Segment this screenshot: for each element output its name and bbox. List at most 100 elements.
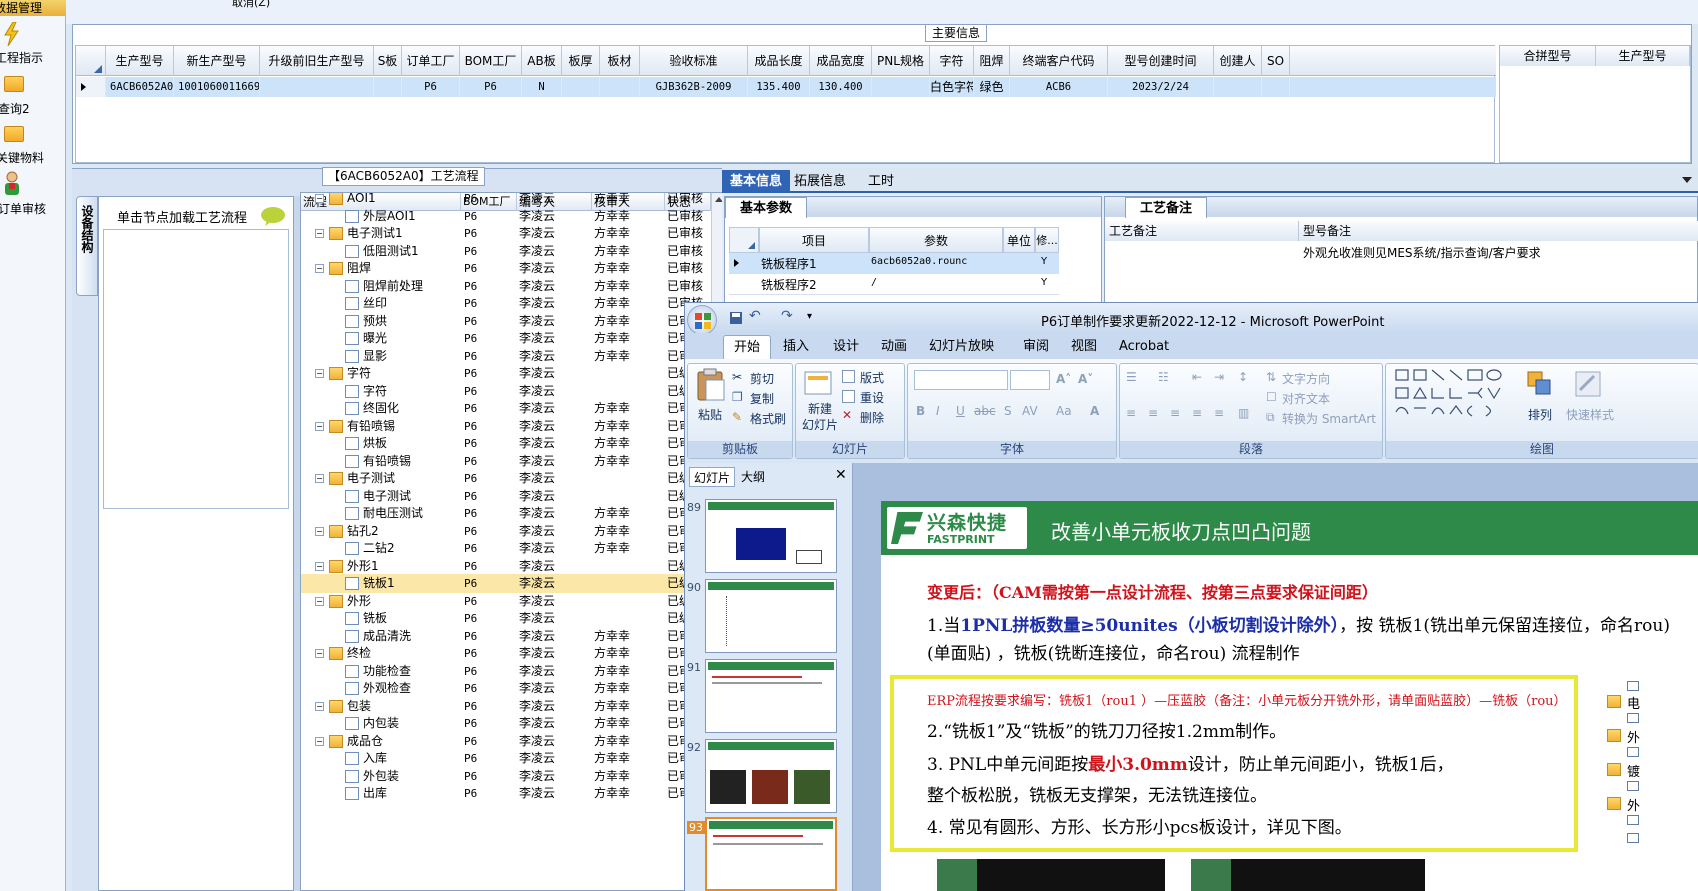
collapse-icon[interactable]: −: [315, 369, 324, 378]
paste-button[interactable]: 粘贴: [698, 406, 722, 423]
col-header[interactable]: 成品宽度: [810, 46, 872, 76]
cell[interactable]: 铣板程序2: [761, 276, 817, 293]
nav-item-query2[interactable]: 查询2: [0, 76, 66, 122]
tab-extended-info[interactable]: 拓展信息: [786, 170, 854, 193]
tab-equipment-structure[interactable]: 设备结构: [76, 196, 98, 296]
tree-node-folder[interactable]: −包装P6李凌云方幸幸已审核: [301, 697, 722, 716]
cell[interactable]: N: [522, 77, 562, 97]
cancel-label[interactable]: 取消(Z): [232, 0, 270, 10]
tree-node-step[interactable]: 二钻2P6李凌云方幸幸已审核: [301, 539, 722, 558]
tree-node-step[interactable]: 外包装P6李凌云方幸幸已审核: [301, 767, 722, 786]
col-header[interactable]: 型号创建时间: [1108, 46, 1214, 76]
text-direction-button[interactable]: 文字方向: [1282, 370, 1330, 387]
cut-icon[interactable]: ✂: [732, 370, 742, 384]
tab-animation[interactable]: 动画: [871, 335, 917, 359]
quick-styles-icon[interactable]: [1574, 370, 1604, 400]
arrange-icon[interactable]: [1526, 370, 1556, 400]
tab-view[interactable]: 视图: [1061, 335, 1107, 359]
cell[interactable]: 135.400: [748, 77, 810, 97]
tree-node-folder[interactable]: −终检P6李凌云方幸幸已审核: [301, 644, 722, 663]
underline-icon[interactable]: U: [956, 404, 965, 418]
copy-icon[interactable]: ❐: [732, 390, 743, 404]
tree-node-step[interactable]: 铣板P6李凌云已编写: [301, 609, 722, 628]
cell[interactable]: 白色字符: [930, 77, 974, 97]
cell[interactable]: [378, 77, 402, 97]
decrease-indent-icon[interactable]: ⇤: [1192, 370, 1202, 384]
cell[interactable]: [264, 77, 374, 97]
tree-node-step[interactable]: 外层AOI1 P6 李凌云 方幸幸 已审核: [301, 207, 722, 226]
cell[interactable]: 6ACB6052A0: [110, 77, 174, 97]
speech-bubble-icon[interactable]: [259, 205, 287, 227]
distribute-icon[interactable]: ≡: [1214, 406, 1224, 420]
tree-node-step[interactable]: 预烘P6李凌云方幸幸已审核: [301, 312, 722, 331]
collapse-icon[interactable]: −: [315, 526, 324, 536]
copy-button[interactable]: 复制: [750, 390, 774, 407]
spacing-icon[interactable]: AV: [1022, 404, 1038, 418]
tab-design[interactable]: 设计: [823, 335, 869, 359]
col-header[interactable]: 升级前旧生产型号: [260, 46, 374, 76]
cell[interactable]: P6: [402, 77, 460, 97]
cell[interactable]: Y: [1041, 256, 1047, 267]
col-header[interactable]: 成品长度: [748, 46, 810, 76]
slide-thumbnail[interactable]: [705, 739, 837, 813]
save-icon[interactable]: [729, 311, 743, 325]
numbering-icon[interactable]: ☷: [1158, 370, 1169, 384]
nav-item-key-material[interactable]: 关键物料: [0, 126, 66, 172]
shadow-icon[interactable]: S: [1004, 404, 1012, 418]
tree-node-step[interactable]: 外观检查P6李凌云方幸幸已审核: [301, 679, 722, 698]
align-center-icon[interactable]: ≡: [1148, 406, 1158, 420]
font-size-select[interactable]: [1010, 370, 1050, 390]
tree-node-step[interactable]: 低阻测试1 P6 李凌云 方幸幸 已审核: [301, 242, 722, 261]
font-color-icon[interactable]: A: [1090, 404, 1099, 418]
slide-thumbnail-selected[interactable]: [705, 817, 837, 891]
cell[interactable]: 铣板程序1: [761, 255, 817, 272]
slide-thumbnail[interactable]: [705, 579, 837, 653]
tree-node-folder[interactable]: −成品仓P6李凌云方幸幸已审核: [301, 732, 722, 751]
increase-indent-icon[interactable]: ⇥: [1214, 370, 1224, 384]
collapse-icon[interactable]: −: [315, 229, 324, 238]
collapse-icon[interactable]: −: [315, 736, 324, 746]
col-header[interactable]: 生产型号: [1596, 46, 1690, 66]
collapse-icon[interactable]: −: [315, 264, 324, 273]
col-header[interactable]: S板: [374, 46, 402, 76]
collapse-icon[interactable]: −: [315, 194, 324, 203]
cell[interactable]: 130.400: [810, 77, 872, 97]
cell[interactable]: [1262, 77, 1290, 97]
col-header[interactable]: 参数: [869, 227, 1003, 253]
tree-node-step[interactable]: 丝印P6李凌云方幸幸已审核: [301, 294, 722, 313]
font-name-select[interactable]: [914, 370, 1008, 390]
tree-node-step[interactable]: 入库P6李凌云方幸幸已审核: [301, 749, 722, 768]
italic-icon[interactable]: I: [936, 404, 940, 418]
cell[interactable]: ACB6: [1010, 77, 1108, 97]
table-row[interactable]: 铣板程序2 / Y: [729, 274, 1059, 295]
smartart-button[interactable]: 转换为 SmartArt: [1282, 410, 1376, 427]
shrink-font-icon[interactable]: A˅: [1078, 372, 1093, 386]
collapse-icon[interactable]: −: [315, 701, 324, 711]
col-header[interactable]: AB板: [522, 46, 562, 76]
tab-home[interactable]: 开始: [723, 335, 772, 359]
col-header[interactable]: 生产型号: [106, 46, 174, 76]
col-header[interactable]: 板厚: [562, 46, 600, 76]
format-painter-button[interactable]: 格式刷: [750, 410, 786, 427]
cell[interactable]: 2023/2/24: [1108, 77, 1214, 97]
tree-node-step[interactable]: 功能检查P6李凌云方幸幸已审核: [301, 662, 722, 681]
cell[interactable]: 6acb6052a0.rounc: [871, 256, 967, 267]
collapse-icon[interactable]: −: [315, 596, 324, 606]
tree-node-step[interactable]: 烘板P6李凌云方幸幸已审核: [301, 434, 722, 453]
tree-node-folder[interactable]: −钻孔2P6李凌云方幸幸已审核: [301, 522, 722, 541]
cell[interactable]: Y: [1041, 277, 1047, 288]
tree-node-folder[interactable]: −有铅喷锡P6李凌云方幸幸已审核: [301, 417, 722, 436]
line-spacing-icon[interactable]: ↕: [1238, 370, 1248, 384]
tree-node-step[interactable]: 成品清洗P6李凌云方幸幸已审核: [301, 627, 722, 646]
tree-node-step[interactable]: 字符P6李凌云已编写: [301, 382, 722, 401]
redo-icon[interactable]: ↷: [781, 308, 793, 324]
align-text-button[interactable]: 对齐文本: [1282, 390, 1330, 407]
cell[interactable]: /: [871, 277, 877, 288]
cell[interactable]: [562, 77, 600, 97]
tree-node-step[interactable]: 显影P6李凌云方幸幸已审核: [301, 347, 722, 366]
bold-icon[interactable]: B: [916, 404, 925, 418]
cell[interactable]: P6: [460, 77, 522, 97]
col-header[interactable]: 验收标准: [640, 46, 748, 76]
tab-work-hours[interactable]: 工时: [860, 170, 902, 193]
cell[interactable]: [1214, 77, 1262, 97]
